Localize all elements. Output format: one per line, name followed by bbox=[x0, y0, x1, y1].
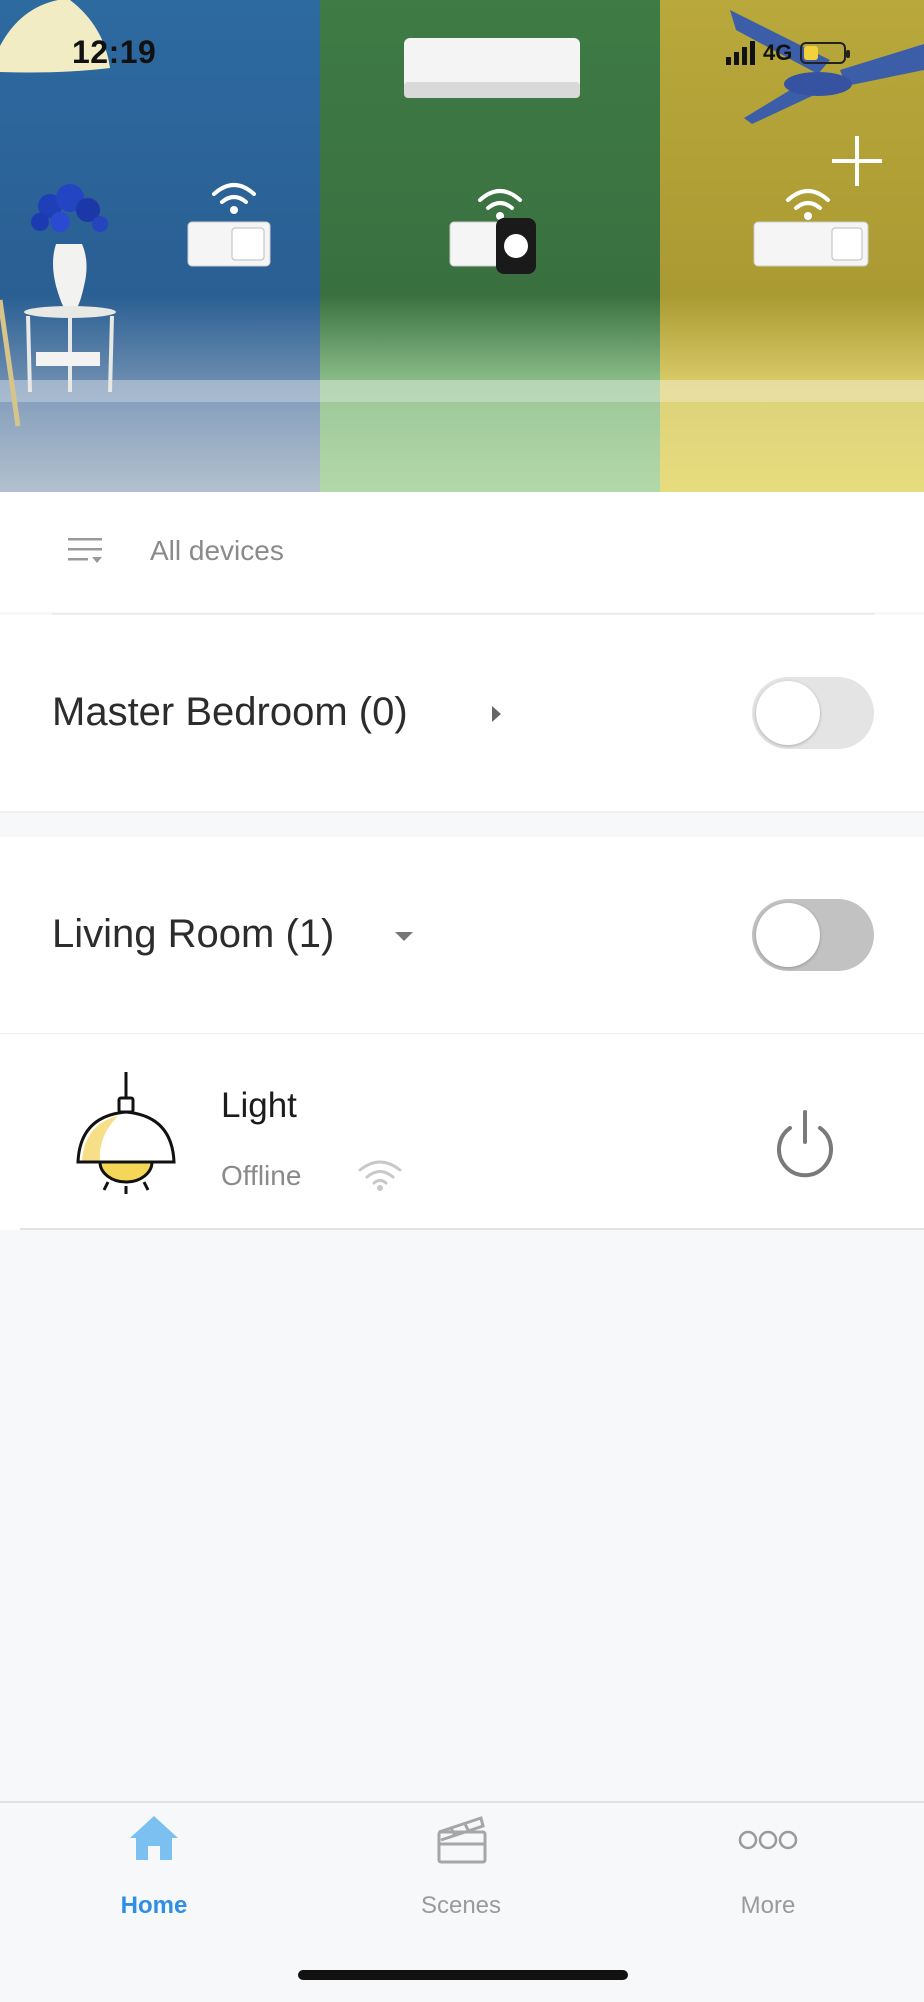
caret-down-icon[interactable] bbox=[395, 932, 413, 941]
tab-more-label[interactable]: More bbox=[678, 1892, 858, 1920]
more-dots-icon[interactable] bbox=[736, 1810, 800, 1866]
tab-home-label[interactable]: Home bbox=[64, 1892, 244, 1920]
hero-banner: 12:19 4G bbox=[0, 0, 924, 492]
wifi-dot-icons bbox=[230, 206, 812, 220]
network-type: 4G bbox=[763, 40, 793, 65]
home-icon[interactable] bbox=[126, 1810, 182, 1866]
caret-right-icon[interactable] bbox=[492, 706, 501, 722]
room-title-master-bedroom[interactable]: Master Bedroom (0) bbox=[52, 690, 408, 735]
device-name: Light bbox=[221, 1086, 297, 1125]
status-indicators: 4G bbox=[726, 38, 851, 68]
filter-list-icon[interactable] bbox=[68, 536, 104, 566]
home-indicator bbox=[298, 1970, 628, 1980]
plus-icon[interactable] bbox=[832, 136, 882, 186]
all-devices-filter[interactable]: All devices bbox=[150, 535, 284, 567]
room-toggle-living-room[interactable] bbox=[752, 899, 874, 971]
device-row-divider bbox=[20, 1228, 924, 1230]
battery-icon bbox=[800, 42, 851, 64]
tab-scenes-label[interactable]: Scenes bbox=[371, 1892, 551, 1920]
filter-row[interactable] bbox=[0, 492, 924, 612]
air-conditioner-icon bbox=[404, 38, 580, 98]
switch-plate-icons bbox=[187, 218, 869, 274]
power-icon[interactable] bbox=[770, 1108, 840, 1182]
tab-more[interactable] bbox=[678, 1810, 858, 1871]
status-time: 12:19 bbox=[72, 34, 157, 70]
device-status: Offline bbox=[221, 1160, 302, 1191]
clapperboard-icon[interactable] bbox=[433, 1810, 489, 1866]
wifi-plate-icons bbox=[212, 183, 830, 210]
vase-icon bbox=[0, 184, 116, 427]
room-title-living-room[interactable]: Living Room (1) bbox=[52, 912, 334, 957]
hero-illustration bbox=[0, 0, 924, 427]
pendant-lamp-icon bbox=[76, 1072, 176, 1194]
wifi-icon bbox=[358, 1160, 402, 1191]
tab-home[interactable] bbox=[64, 1810, 244, 1871]
room-toggle-master-bedroom[interactable] bbox=[752, 677, 874, 749]
tab-scenes[interactable] bbox=[371, 1810, 551, 1871]
cellular-signal-icon bbox=[726, 41, 755, 65]
